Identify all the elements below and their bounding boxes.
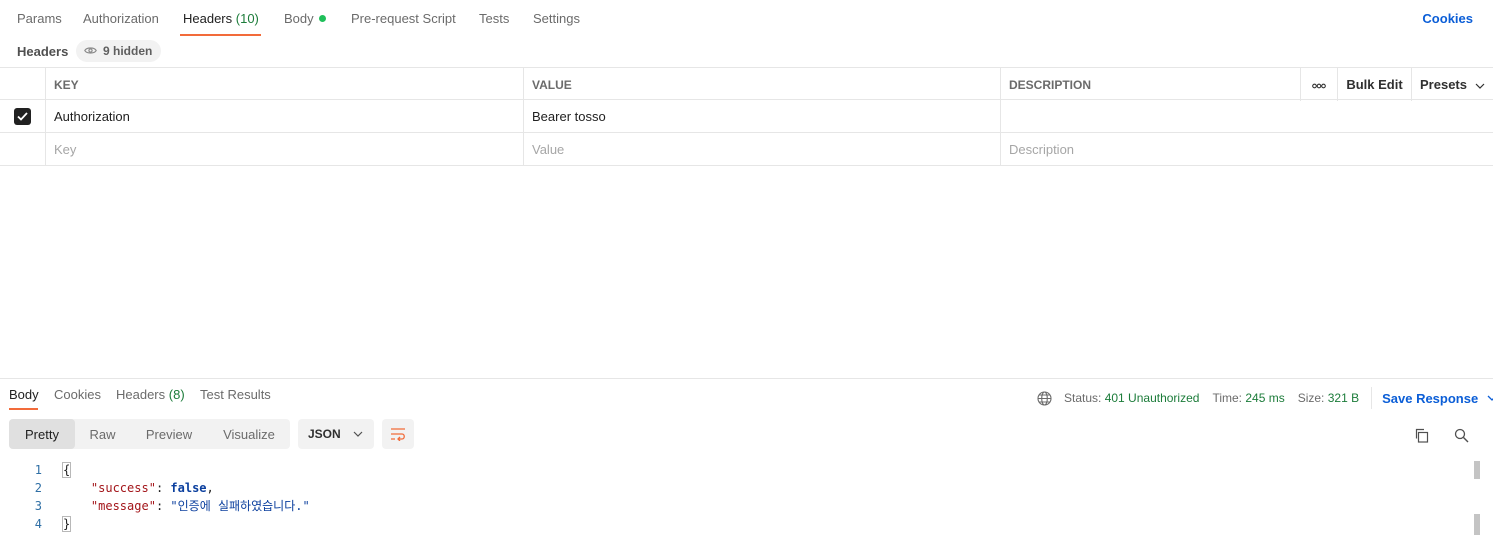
json-value-message: "인증에 실패하였습니다." <box>170 499 310 513</box>
table-header-row: KEY VALUE DESCRIPTION Bulk Edit Presets <box>0 67 1493 101</box>
json-key-success: "success" <box>90 481 156 495</box>
new-key-input[interactable]: Key <box>46 133 524 166</box>
search-icon <box>1454 428 1469 443</box>
tab-settings[interactable]: Settings <box>533 11 580 26</box>
response-tab-test-results[interactable]: Test Results <box>200 387 271 402</box>
line-number: 3 <box>34 499 42 513</box>
headers-section-title: Headers <box>17 44 69 59</box>
time-label: Time: <box>1212 391 1242 405</box>
hidden-headers-count: 9 hidden <box>103 44 153 58</box>
tab-headers[interactable]: Headers (10) <box>183 11 259 26</box>
json-key-message: "message" <box>90 499 156 513</box>
globe-icon[interactable] <box>1037 390 1052 406</box>
table-row: Authorization Bearer tosso <box>0 100 1493 133</box>
line-number: 1 <box>34 463 42 477</box>
cookies-link[interactable]: Cookies <box>1422 11 1473 26</box>
response-tab-cookies[interactable]: Cookies <box>54 387 101 402</box>
new-row-checkbox-cell <box>0 133 46 166</box>
response-tab-headers-label: Headers <box>116 387 166 402</box>
status-code[interactable]: 401 Unauthorized <box>1105 391 1200 405</box>
request-tabs: Params Authorization Headers (10) Body P… <box>0 0 1493 36</box>
presets-label: Presets <box>1420 77 1467 92</box>
column-value: VALUE <box>524 68 1001 101</box>
response-tab-headers-count: (8) <box>168 387 185 402</box>
body-indicator-dot <box>318 15 326 22</box>
code-line: 2 "success": false, <box>0 479 1470 497</box>
hidden-headers-toggle[interactable]: 9 hidden <box>76 40 162 62</box>
language-select[interactable]: JSON <box>298 419 374 449</box>
headers-table: KEY VALUE DESCRIPTION Bulk Edit Presets <box>0 67 1493 166</box>
tab-tests[interactable]: Tests <box>479 11 509 26</box>
preview-button[interactable]: Preview <box>130 419 208 449</box>
code-line: 4 } <box>0 515 1470 533</box>
row-key-input[interactable]: Authorization <box>46 100 524 133</box>
tab-headers-label: Headers <box>183 11 233 26</box>
response-body-editor[interactable]: 1 { 2 "success": false, 3 "message": "인증… <box>0 461 1470 533</box>
code-content: { <box>62 461 72 479</box>
tab-authorization[interactable]: Authorization <box>83 11 159 26</box>
more-options-button[interactable] <box>1300 68 1337 101</box>
editor-scrollbar[interactable] <box>1474 461 1480 535</box>
code-content: "success": false, <box>90 481 214 495</box>
size-label: Size: <box>1297 391 1325 405</box>
new-value-input[interactable]: Value <box>524 133 1001 166</box>
table-row-new: Key Value Description <box>0 133 1493 166</box>
code-content: "message": "인증에 실패하였습니다." <box>90 499 310 513</box>
row-enabled-checkbox[interactable] <box>14 108 31 125</box>
chevron-down-icon <box>353 431 363 437</box>
close-brace: } <box>62 516 72 532</box>
search-button[interactable] <box>1452 426 1470 444</box>
table-tools: Bulk Edit Presets <box>1300 68 1493 101</box>
save-response-button[interactable]: Save Response <box>1382 391 1478 406</box>
copy-icon <box>1414 428 1429 443</box>
line-number: 4 <box>34 517 42 531</box>
chevron-down-icon[interactable] <box>1487 395 1493 401</box>
response-time[interactable]: 245 ms <box>1245 391 1284 405</box>
copy-button[interactable] <box>1412 426 1430 444</box>
eye-icon <box>84 44 97 58</box>
response-size[interactable]: 321 B <box>1328 391 1359 405</box>
status-label: Status: <box>1064 391 1102 405</box>
tab-body-label: Body <box>284 11 314 26</box>
code-line: 1 { <box>0 461 1470 479</box>
column-key: KEY <box>46 68 524 101</box>
status-separator <box>1371 387 1373 409</box>
response-status-bar: Status: 401 Unauthorized Time: 245 ms Si… <box>1037 387 1493 409</box>
new-description-input[interactable]: Description <box>1001 133 1493 166</box>
code-content: } <box>62 515 72 533</box>
tab-body[interactable]: Body <box>284 11 326 26</box>
pretty-button[interactable]: Pretty <box>9 419 75 449</box>
open-brace: { <box>62 462 72 478</box>
visualize-button[interactable]: Visualize <box>208 419 290 449</box>
response-divider[interactable] <box>0 378 1493 379</box>
wrap-lines-icon <box>390 427 406 441</box>
header-checkbox-column <box>0 68 46 101</box>
raw-button[interactable]: Raw <box>75 419 130 449</box>
row-description-input[interactable] <box>1001 100 1493 133</box>
line-number: 2 <box>34 481 42 495</box>
wrap-lines-button[interactable] <box>382 419 414 449</box>
response-active-tab-underline <box>9 408 38 410</box>
scrollbar-thumb-top[interactable] <box>1474 461 1480 479</box>
ellipsis-icon <box>1312 77 1326 92</box>
presets-dropdown[interactable]: Presets <box>1411 68 1493 101</box>
checkmark-icon <box>17 109 28 124</box>
scrollbar-thumb-bottom[interactable] <box>1474 514 1480 535</box>
tab-headers-count: (10) <box>235 11 259 26</box>
active-tab-underline <box>180 34 261 36</box>
response-format-group: Pretty Raw Preview Visualize <box>9 419 290 449</box>
bulk-edit-button[interactable]: Bulk Edit <box>1337 68 1411 101</box>
row-value-input[interactable]: Bearer tosso <box>524 100 1001 133</box>
language-value: JSON <box>308 427 341 441</box>
tab-pre-request-script[interactable]: Pre-request Script <box>351 11 456 26</box>
tab-params[interactable]: Params <box>17 11 62 26</box>
code-line: 3 "message": "인증에 실패하였습니다." <box>0 497 1470 515</box>
json-value-success: false <box>170 481 207 495</box>
response-tab-body[interactable]: Body <box>9 387 39 402</box>
response-tab-headers[interactable]: Headers (8) <box>116 387 185 402</box>
row-checkbox-cell <box>0 100 46 133</box>
chevron-down-icon <box>1475 77 1485 92</box>
